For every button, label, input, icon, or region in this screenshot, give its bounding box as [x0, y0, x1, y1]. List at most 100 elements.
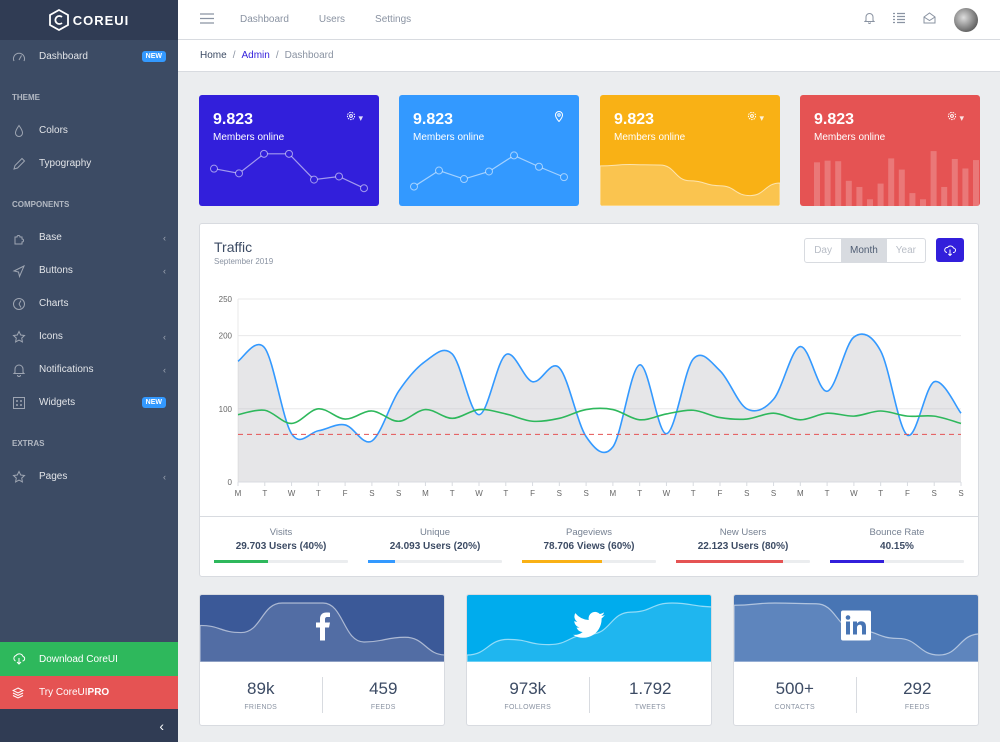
- header-link-users[interactable]: Users: [319, 14, 345, 25]
- sidebar-item-label: Base: [39, 232, 62, 243]
- social-stat-label: FEEDS: [370, 703, 396, 711]
- sidebar-item-label: Charts: [39, 298, 69, 309]
- user-avatar[interactable]: [954, 7, 978, 32]
- stat-visits: Visits 29.703 Users (40%): [214, 517, 348, 576]
- stat-label: Bounce Rate: [869, 527, 925, 538]
- traffic-stats: Visits 29.703 Users (40%) Unique 24.093 Use…: [200, 516, 978, 576]
- traffic-chart: 0 100 200 250 M T W T F S S M T W T F S S M T W T F S S M T W T F S S: [219, 295, 964, 498]
- calculator-icon: [12, 396, 26, 410]
- chevron-left-icon: ‹: [163, 364, 166, 375]
- sparkline-bar: [920, 199, 926, 206]
- social-stat: 292 FEEDS: [857, 679, 979, 711]
- widget-value: 9.823: [814, 111, 855, 128]
- stat-progress: [214, 560, 348, 563]
- sidebar-minimizer[interactable]: ‹: [0, 709, 178, 742]
- range-month-button[interactable]: Month: [840, 239, 887, 262]
- range-year-button[interactable]: Year: [887, 239, 925, 262]
- sidebar-item-icons[interactable]: Icons ‹: [0, 320, 178, 353]
- download-coreui-button[interactable]: Download CoreUI: [0, 642, 178, 676]
- x-tick-label: M: [235, 489, 242, 498]
- stat-progress-fill: [368, 560, 395, 563]
- chevron-left-icon: ‹: [163, 471, 166, 482]
- x-tick-label: S: [744, 489, 749, 498]
- menu-toggle-icon[interactable]: [200, 11, 214, 29]
- stat-label: Visits: [269, 527, 293, 538]
- settings-dropdown[interactable]: ▾: [947, 111, 964, 124]
- stat-value: 22.123 Users (80%): [697, 541, 789, 552]
- sidebar-item-label: Dashboard: [39, 51, 88, 62]
- traffic-subtitle: September 2019: [214, 257, 274, 266]
- social-stat-label: FRIENDS: [244, 703, 278, 711]
- x-tick-label: S: [557, 489, 562, 498]
- sidebar-item-pages[interactable]: Pages ‹: [0, 460, 178, 493]
- caret-down-icon: ▾: [759, 113, 764, 123]
- sparkline-point: [510, 151, 518, 160]
- sidebar-item-dashboard[interactable]: Dashboard NEW: [0, 40, 178, 73]
- header-link-settings[interactable]: Settings: [375, 14, 411, 25]
- settings-dropdown[interactable]: ▾: [346, 111, 363, 124]
- x-tick-label: T: [878, 489, 883, 498]
- social-stat-value: 973k: [509, 678, 547, 698]
- x-tick-label: S: [396, 489, 401, 498]
- breadcrumb-current: Dashboard: [284, 50, 334, 61]
- x-tick-label: T: [691, 489, 696, 498]
- chevron-left-icon: ‹: [163, 265, 166, 276]
- bell-icon[interactable]: [863, 11, 876, 29]
- stat-progress: [522, 560, 656, 563]
- social-stat-value: 1.792: [628, 678, 672, 698]
- stat-label: Pageviews: [566, 527, 612, 538]
- speedometer-icon: [12, 50, 26, 64]
- star-icon: [12, 329, 26, 344]
- new-badge: NEW: [141, 397, 166, 408]
- sidebar-item-widgets[interactable]: Widgets NEW: [0, 386, 178, 419]
- list-icon[interactable]: [893, 11, 905, 29]
- star-icon: [12, 469, 26, 484]
- coreui-logo-icon: [48, 9, 69, 31]
- sparkline-point: [560, 173, 568, 182]
- social-card-facebook: 89k FRIENDS 459 FEEDS: [199, 594, 445, 726]
- nav-section-title: THEME: [12, 93, 40, 102]
- stat-pageviews: Pageviews 78.706 Views (60%): [522, 517, 656, 576]
- social-stat-value: 500+: [775, 678, 814, 698]
- brand[interactable]: COREUI: [0, 0, 178, 40]
- sparkline-bar: [951, 158, 958, 206]
- social-header: [200, 595, 444, 662]
- sidebar-item-typography[interactable]: Typography: [0, 147, 178, 180]
- x-tick-label: T: [450, 489, 455, 498]
- widget-value: 9.823: [213, 111, 254, 128]
- widget-sparkline: [600, 164, 780, 206]
- drop-icon: [12, 124, 26, 138]
- sparkline-bar: [898, 169, 905, 206]
- download-chart-button[interactable]: [936, 238, 964, 262]
- social-stat-value: 292: [903, 678, 932, 698]
- envelope-open-icon[interactable]: [923, 11, 936, 29]
- breadcrumb-home[interactable]: Home: [200, 50, 227, 61]
- sidebar-item-buttons[interactable]: Buttons ‹: [0, 254, 178, 287]
- sparkline-bar: [909, 193, 916, 206]
- stat-progress: [830, 560, 964, 563]
- sparkline-bar: [962, 168, 969, 206]
- social-stat-label: TWEETS: [634, 703, 666, 711]
- try-pro-button[interactable]: Try CoreUIPRO: [0, 676, 178, 709]
- sidebar-item-label: Notifications: [39, 364, 94, 375]
- breadcrumb-admin[interactable]: Admin: [241, 50, 269, 61]
- x-tick-label: T: [503, 489, 508, 498]
- sparkline-point: [435, 166, 443, 175]
- sidebar-item-base[interactable]: Base ‹: [0, 221, 178, 254]
- sparkline-bar: [867, 199, 873, 206]
- sparkline-bar: [845, 180, 852, 206]
- x-tick-label: S: [958, 489, 963, 498]
- sparkline-bar: [824, 160, 831, 206]
- x-tick-label: F: [343, 489, 348, 498]
- cloud-download-icon: [944, 245, 956, 256]
- range-day-button[interactable]: Day: [805, 239, 841, 262]
- header-link-dashboard[interactable]: Dashboard: [240, 14, 289, 25]
- location-pin-icon[interactable]: [554, 111, 564, 124]
- sidebar-item-colors[interactable]: Colors: [0, 114, 178, 147]
- sidebar-item-label: Colors: [39, 125, 68, 136]
- widget-sparkline: [410, 151, 568, 191]
- stat-value: 78.706 Views (60%): [543, 541, 635, 552]
- sidebar-item-notifications[interactable]: Notifications ‹: [0, 353, 178, 386]
- settings-dropdown[interactable]: ▾: [747, 111, 764, 124]
- sidebar-item-charts[interactable]: Charts: [0, 287, 178, 320]
